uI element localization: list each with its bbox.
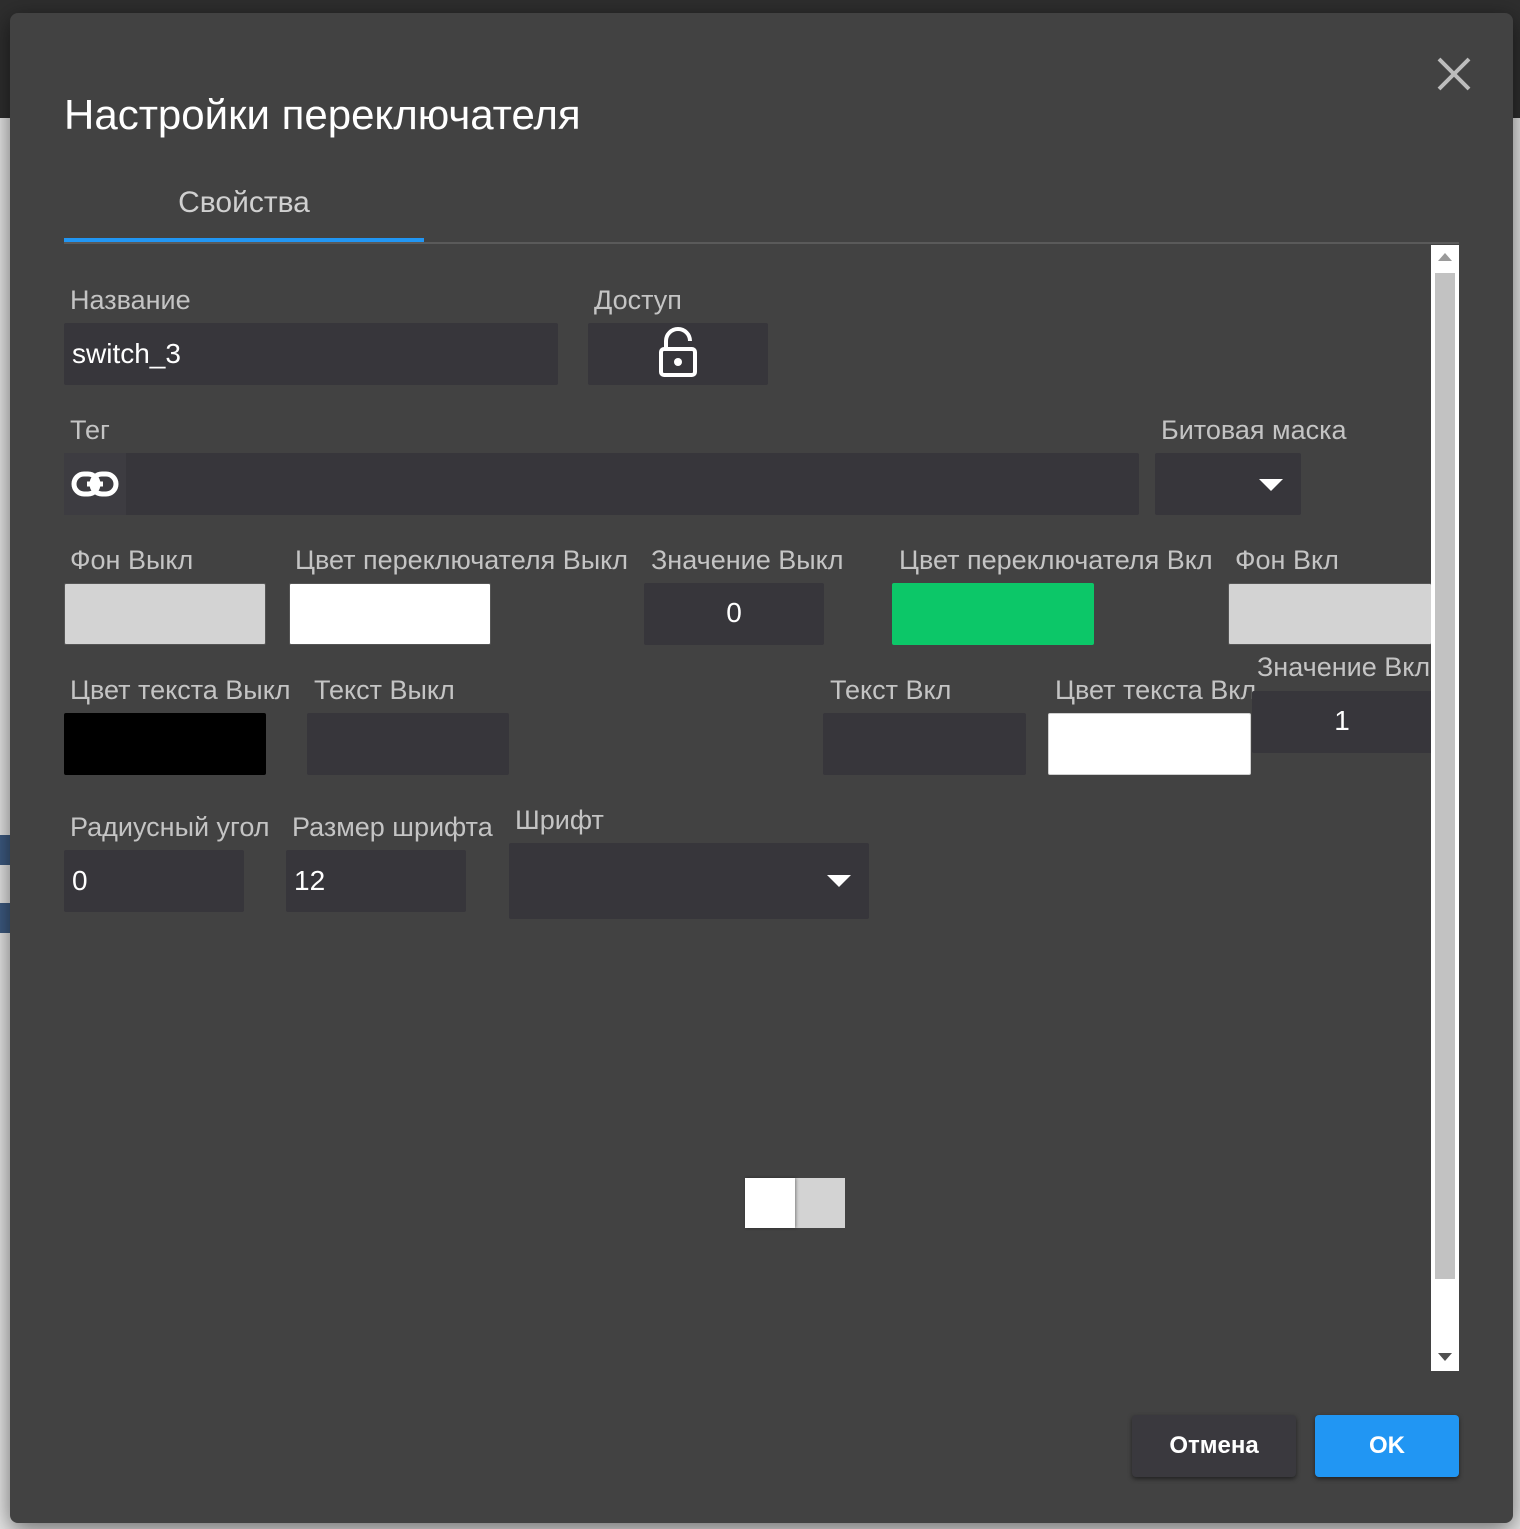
text-on-label: Текст Вкл — [830, 675, 952, 705]
scroll-down-arrow-icon[interactable] — [1438, 1353, 1452, 1361]
dialog-title: Настройки переключателя — [64, 91, 581, 138]
chevron-down-icon — [827, 875, 851, 887]
radius-input[interactable]: 0 — [64, 850, 244, 912]
value-on-label: Значение Вкл — [1257, 652, 1431, 682]
bg-on-label: Фон Вкл — [1235, 545, 1339, 575]
font-size-input[interactable]: 12 — [286, 850, 466, 912]
value-off-label: Значение Выкл — [651, 545, 844, 575]
bg-on-color[interactable] — [1228, 583, 1432, 645]
properties-panel: Название switch_3 Доступ Тег Битовая мас… — [64, 245, 1432, 1371]
text-on-input[interactable] — [823, 713, 1026, 775]
cancel-button[interactable]: Отмена — [1132, 1415, 1296, 1477]
switch-color-off[interactable] — [289, 583, 491, 645]
font-size-label: Размер шрифта — [292, 812, 493, 842]
scrollbar[interactable] — [1431, 245, 1459, 1371]
name-label: Название — [70, 285, 191, 315]
text-color-on[interactable] — [1048, 713, 1251, 775]
switch-color-on[interactable] — [892, 583, 1094, 645]
text-color-off-label: Цвет текста Выкл — [70, 675, 291, 705]
radius-label: Радиусный угол — [70, 812, 270, 842]
switch-preview-knob — [745, 1178, 795, 1228]
switch-preview-track — [795, 1178, 845, 1228]
close-icon[interactable] — [1433, 53, 1475, 95]
switch-settings-dialog: Настройки переключателя Свойства Названи… — [10, 13, 1513, 1523]
bitmask-label: Битовая маска — [1161, 415, 1347, 445]
text-color-on-label: Цвет текста Вкл — [1055, 675, 1257, 705]
access-toggle[interactable] — [588, 323, 768, 385]
switch-preview — [745, 1178, 845, 1228]
chevron-down-icon — [1259, 479, 1283, 491]
bg-off-label: Фон Выкл — [70, 545, 194, 575]
switch-color-off-label: Цвет переключателя Выкл — [295, 545, 629, 575]
value-off-input[interactable]: 0 — [644, 583, 824, 645]
scroll-up-arrow-icon[interactable] — [1438, 253, 1452, 261]
scrollbar-thumb[interactable] — [1435, 273, 1455, 1279]
text-off-label: Текст Выкл — [314, 675, 455, 705]
font-select[interactable] — [509, 843, 869, 919]
tab-properties[interactable]: Свойства — [64, 183, 424, 241]
bg-off-color[interactable] — [64, 583, 266, 645]
tag-input[interactable] — [64, 453, 1139, 515]
tag-link-button[interactable] — [64, 453, 126, 515]
font-label: Шрифт — [515, 805, 604, 835]
link-icon — [71, 471, 119, 497]
text-color-off[interactable] — [64, 713, 266, 775]
tag-label: Тег — [70, 415, 110, 445]
value-on-input[interactable]: 1 — [1252, 691, 1432, 753]
text-off-input[interactable] — [307, 713, 509, 775]
lock-open-icon — [659, 327, 697, 377]
access-label: Доступ — [594, 285, 682, 315]
name-input[interactable]: switch_3 — [64, 323, 558, 385]
tab-divider — [64, 242, 1459, 244]
ok-button[interactable]: OK — [1315, 1415, 1459, 1477]
bitmask-select[interactable] — [1155, 453, 1301, 515]
switch-color-on-label: Цвет переключателя Вкл — [899, 545, 1213, 575]
